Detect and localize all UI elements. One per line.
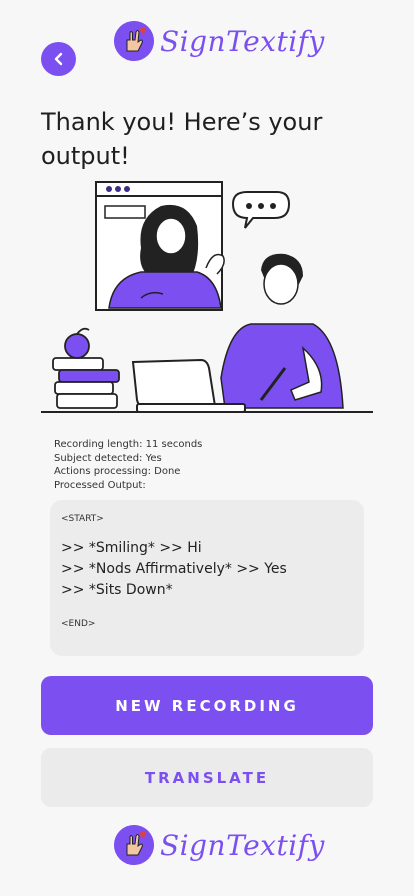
output-end-tag: <END>: [61, 619, 96, 629]
output-line: >> *Smiling* >> Hi: [61, 540, 202, 556]
brand-name: SignTextify: [160, 24, 325, 58]
hand-sign-logo-icon: [114, 825, 154, 865]
recording-length: Recording length: 11 seconds: [54, 439, 203, 450]
subject-detected: Subject detected: Yes: [54, 452, 162, 464]
back-button[interactable]: [41, 42, 76, 76]
recording-stats: Recording length: 11 seconds Subject det…: [54, 438, 202, 492]
translate-button[interactable]: TRANSLATE: [41, 748, 373, 807]
brand-footer: SignTextify: [114, 825, 325, 865]
output-lines: >> *Smiling* >> Hi >> *Nods Affirmativel…: [61, 538, 353, 601]
output-start-tag: <START>: [61, 514, 104, 524]
processed-output-label: Processed Output:: [54, 479, 146, 491]
actions-processing: Actions processing: Done: [54, 466, 181, 477]
output-line: >> *Nods Affirmatively* >> Yes: [61, 561, 287, 577]
brand-name: SignTextify: [160, 828, 325, 862]
processed-output-box: <START> >> *Smiling* >> Hi >> *Nods Affi…: [50, 500, 364, 656]
output-line: >> *Sits Down*: [61, 582, 173, 598]
video-call-illustration: [41, 181, 373, 413]
hand-sign-logo-icon: [114, 21, 154, 61]
page-title: Thank you! Here’s your output!: [41, 108, 323, 170]
brand-header: SignTextify: [114, 21, 325, 61]
chevron-left-icon: [54, 52, 62, 66]
new-recording-button[interactable]: NEW RECORDING: [41, 676, 373, 735]
